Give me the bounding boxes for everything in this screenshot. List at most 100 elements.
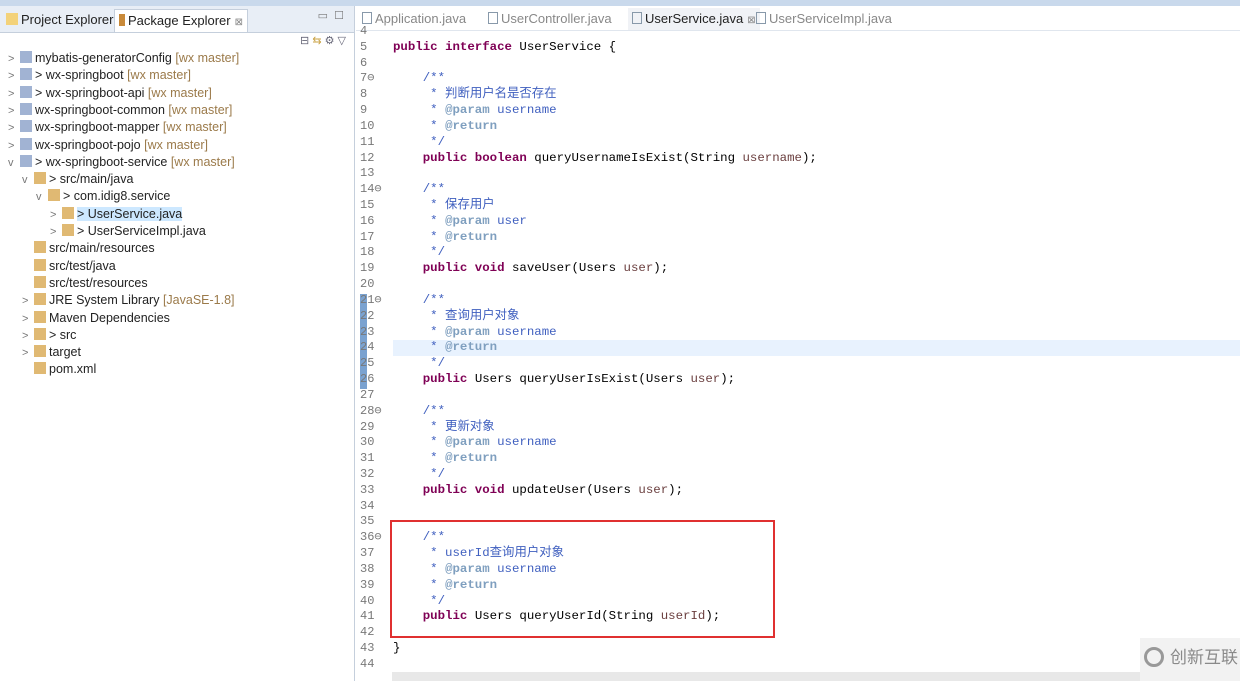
line-number: 44 xyxy=(360,656,375,671)
collapse-all-icon[interactable]: ⊟ xyxy=(300,35,309,47)
tree-item[interactable]: > mybatis-generatorConfig [wx master] xyxy=(8,50,239,67)
minimize-icon[interactable]: ▭ xyxy=(318,9,328,22)
tree-item[interactable]: > wx-springboot-mapper [wx master] xyxy=(8,119,227,136)
filter-icon[interactable]: ⚙ xyxy=(325,35,335,47)
code-token: * xyxy=(393,340,446,355)
chevron-right-icon[interactable]: > xyxy=(8,86,20,103)
code-token: updateUser(Users xyxy=(511,482,639,497)
code-token: saveUser(Users xyxy=(511,261,624,276)
code-text: /** xyxy=(393,293,1240,309)
line-number: 6 xyxy=(360,55,368,70)
tree-item[interactable]: > > wx-springboot [wx master] xyxy=(8,67,191,84)
logo-icon xyxy=(1144,647,1164,667)
code-text: public void updateUser(Users user); xyxy=(393,483,1240,499)
code-line: 19 public void saveUser(Users user); xyxy=(356,261,1240,277)
code-line: 14⊖ /** xyxy=(356,182,1240,198)
line-number: 21⊖ xyxy=(360,292,382,307)
tree-item[interactable]: src/main/resources xyxy=(22,240,155,257)
tree-node-icon xyxy=(20,102,32,115)
java-file-icon xyxy=(632,12,642,24)
chevron-right-icon[interactable]: > xyxy=(22,311,34,328)
tree-node-icon xyxy=(34,293,46,306)
tree-item[interactable]: v > src/main/java xyxy=(22,171,133,188)
code-line: 13 xyxy=(356,166,1240,182)
chevron-right-icon[interactable]: > xyxy=(8,138,20,155)
tree-item-label: > wx-springboot-api xyxy=(35,85,145,100)
code-line: 6 xyxy=(356,56,1240,72)
close-icon[interactable]: ⊠ xyxy=(235,17,243,28)
code-token: Users queryUserIsExist(Users xyxy=(474,372,691,387)
code-line: 31 * @return xyxy=(356,451,1240,467)
code-text: public interface UserService { xyxy=(393,40,1240,56)
code-line: 9 * @param username xyxy=(356,103,1240,119)
code-token: @param xyxy=(445,435,490,450)
code-token: user xyxy=(638,482,669,497)
line-number: 13 xyxy=(360,166,375,181)
code-token: username xyxy=(489,103,557,118)
chevron-down-icon[interactable]: v xyxy=(8,155,20,172)
chevron-down-icon[interactable]: v xyxy=(22,172,34,189)
code-line: 16 * @param user xyxy=(356,214,1240,230)
line-number: 16 xyxy=(360,213,375,228)
tree-item[interactable]: v > wx-springboot-service [wx master] xyxy=(8,154,235,171)
code-text: /** xyxy=(393,71,1240,87)
tree-item-label: JRE System Library xyxy=(49,293,160,308)
tab-package-explorer[interactable]: Package Explorer ⊠ xyxy=(114,9,249,32)
view-menu-icon[interactable]: ▽ xyxy=(338,35,346,47)
tree-node-icon xyxy=(20,154,32,167)
tree-item[interactable]: > wx-springboot-pojo [wx master] xyxy=(8,137,208,154)
code-line: 21⊖ /** xyxy=(356,293,1240,309)
tree-item[interactable]: pom.xml xyxy=(22,361,96,378)
code-token: @param xyxy=(445,324,490,339)
code-text: * @return xyxy=(393,230,1240,246)
chevron-right-icon[interactable]: > xyxy=(8,51,20,68)
code-line: 25 */ xyxy=(356,356,1240,372)
tree-node-icon xyxy=(48,189,60,202)
view-toolbar: ⊟ ⇆ ⚙ ▽ xyxy=(300,34,346,47)
maximize-icon[interactable]: ☐ xyxy=(334,9,344,22)
chevron-right-icon[interactable]: > xyxy=(8,68,20,85)
chevron-right-icon[interactable]: > xyxy=(22,293,34,310)
tree-item[interactable]: > > wx-springboot-api [wx master] xyxy=(8,85,212,102)
chevron-right-icon[interactable]: > xyxy=(8,120,20,137)
horizontal-scrollbar[interactable] xyxy=(392,672,1240,681)
tree-item[interactable]: > target xyxy=(22,344,81,361)
tree-item[interactable]: > JRE System Library [JavaSE-1.8] xyxy=(22,292,235,309)
chevron-right-icon[interactable]: > xyxy=(50,207,62,224)
code-line: 15 * 保存用户 xyxy=(356,198,1240,214)
code-token: ); xyxy=(720,372,736,387)
code-token: } xyxy=(393,640,401,655)
chevron-right-icon[interactable]: > xyxy=(22,328,34,345)
tree-item[interactable]: > Maven Dependencies xyxy=(22,310,170,327)
code-text: public boolean queryUsernameIsExist(Stri… xyxy=(393,151,1240,167)
chevron-right-icon[interactable]: > xyxy=(8,103,20,120)
line-number: 17 xyxy=(360,229,375,244)
code-text: } xyxy=(393,641,1240,657)
tree-item[interactable]: v > com.idig8.service xyxy=(36,188,170,205)
chevron-down-icon[interactable]: v xyxy=(36,189,48,206)
chevron-right-icon[interactable]: > xyxy=(50,224,62,241)
tree-item[interactable]: src/test/java xyxy=(22,258,116,275)
link-with-editor-icon[interactable]: ⇆ xyxy=(312,35,321,47)
tree-item[interactable]: > > src xyxy=(22,327,76,344)
line-number: 43 xyxy=(360,640,375,655)
line-number: 14⊖ xyxy=(360,182,382,197)
chevron-right-icon[interactable]: > xyxy=(22,345,34,362)
tree-item[interactable]: > wx-springboot-common [wx master] xyxy=(8,102,232,119)
code-token: public void xyxy=(422,261,512,276)
code-text: */ xyxy=(393,245,1240,261)
line-number: 26 xyxy=(360,372,375,387)
line-number: 18 xyxy=(360,245,375,260)
code-line: 44 xyxy=(356,657,1240,673)
code-token: * xyxy=(393,324,446,339)
tree-item[interactable]: > > UserService.java xyxy=(50,206,183,224)
tab-project-explorer[interactable]: Project Explorer xyxy=(2,9,117,31)
line-number: 12 xyxy=(360,150,375,165)
code-line: 43} xyxy=(356,641,1240,657)
git-decoration: [wx master] xyxy=(162,120,227,135)
watermark-logo: 创新互联 xyxy=(1140,638,1240,681)
git-decoration: [wx master] xyxy=(175,51,240,65)
tree-item[interactable]: > > UserServiceImpl.java xyxy=(50,223,206,240)
code-token: */ xyxy=(393,245,446,260)
tree-item[interactable]: src/test/resources xyxy=(22,275,148,292)
